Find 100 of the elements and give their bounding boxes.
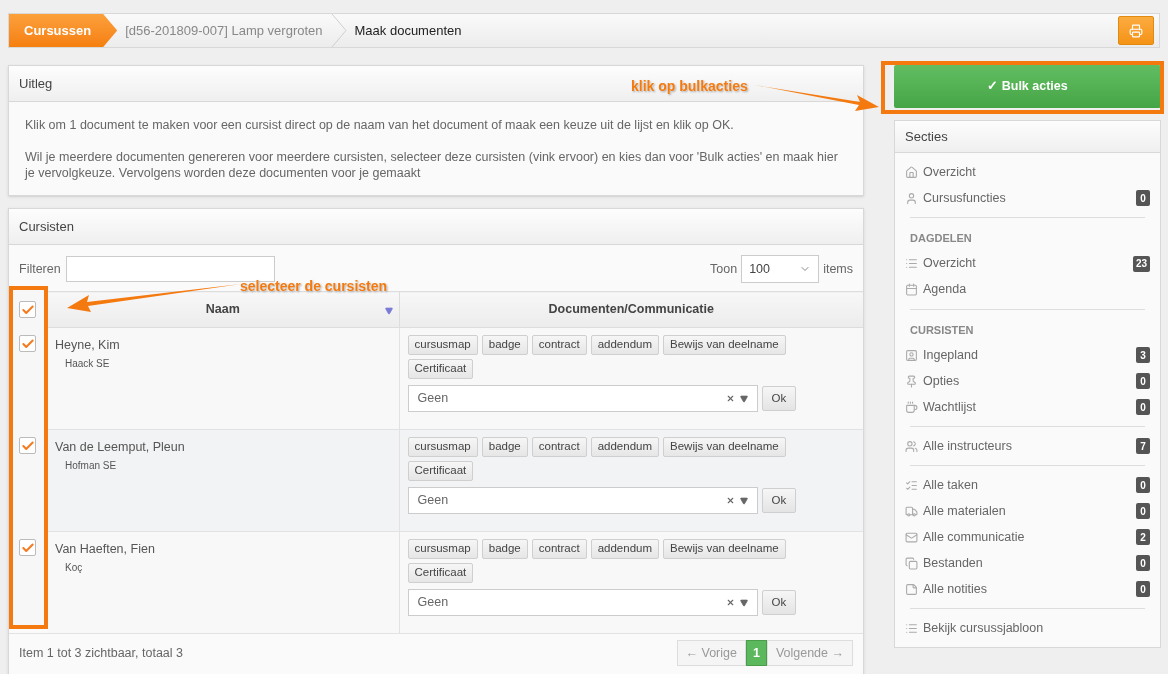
person-icon xyxy=(905,191,918,205)
count-badge: 3 xyxy=(1136,347,1150,363)
document-button[interactable]: addendum xyxy=(590,335,659,355)
sidebar-item[interactable]: Bestanden 0 xyxy=(905,550,1150,576)
count-badge: 0 xyxy=(1136,581,1150,597)
document-button[interactable]: addendum xyxy=(590,437,659,457)
list-icon xyxy=(905,257,918,270)
caret-icon xyxy=(739,496,748,505)
sidebar-item[interactable]: Opties 0 xyxy=(905,368,1150,394)
count-badge: 0 xyxy=(1136,555,1150,571)
footer-summary: Item 1 tot 3 zichtbaar, totaal 3 xyxy=(19,644,183,662)
annotation-label: klik op bulkacties xyxy=(631,77,748,96)
student-name: Van Haeften, Fien xyxy=(55,541,156,558)
section-heading: DAGDELEN xyxy=(910,231,973,246)
document-button[interactable]: Bewijs van deelname xyxy=(663,437,786,457)
document-button[interactable]: Certificaat xyxy=(407,359,474,379)
clear-icon xyxy=(725,496,735,505)
section-heading: CURSISTEN xyxy=(910,322,975,338)
people-icon xyxy=(905,439,918,453)
document-button[interactable]: Certificaat xyxy=(407,563,474,583)
explanation-paragraph: Wil je meerdere documenten genereren voor meerdere cursisten, selecteer deze cursisten (vink ervoor) en kies dan voor 'Bulk acties' en maak hier je vervolgkeuze. Vervolgens worden deze documenten voor je gemaakt xyxy=(25,149,839,181)
document-button[interactable]: Bewijs van deelname xyxy=(663,539,786,559)
cup-icon xyxy=(905,400,918,414)
sidebar-item[interactable]: Cursusfuncties 0 xyxy=(905,185,1150,211)
company-name: Haack SE xyxy=(64,356,111,371)
column-header[interactable]: Naam xyxy=(47,291,399,328)
checkbox[interactable] xyxy=(19,539,36,556)
printer-icon xyxy=(1129,23,1143,38)
document-button[interactable]: cursusmap xyxy=(407,335,478,355)
filter-field[interactable] xyxy=(65,256,275,282)
sidebar-item[interactable]: Alle communicatie 2 xyxy=(905,524,1150,550)
document-button[interactable]: contract xyxy=(531,335,587,355)
explanation-paragraph: Klik om 1 document te maken voor een cursist direct op de naam van het document of maak een keuze uit de lijst en klik op OK. xyxy=(25,117,735,133)
mail-icon xyxy=(905,530,918,544)
clear-icon xyxy=(725,394,735,403)
sidebar-item[interactable]: Agenda xyxy=(905,276,1150,303)
sidebar-item[interactable]: Ingepland 3 xyxy=(905,342,1150,368)
check-icon xyxy=(20,302,35,317)
document-button[interactable]: cursusmap xyxy=(407,437,478,457)
student-name: Van de Leemput, Pleun xyxy=(55,439,186,456)
checklist-icon xyxy=(905,478,918,492)
document-button[interactable]: badge xyxy=(481,437,528,457)
document-button[interactable]: contract xyxy=(531,437,587,457)
document-button[interactable]: Certificaat xyxy=(407,461,474,481)
truck-icon xyxy=(905,504,918,518)
document-button[interactable]: badge xyxy=(481,539,528,559)
sidebar-item[interactable]: Alle instructeurs 7 xyxy=(905,433,1150,459)
panel-title: Cursisten xyxy=(19,217,74,236)
sort-icon xyxy=(384,307,393,315)
count-badge: 0 xyxy=(1136,503,1150,519)
checkbox[interactable] xyxy=(19,437,36,454)
document-button[interactable]: cursusmap xyxy=(407,539,478,559)
count-badge: 0 xyxy=(1136,190,1150,206)
checkbox[interactable] xyxy=(19,301,36,318)
contact-card-icon xyxy=(905,348,918,362)
breadcrumb-item[interactable]: Maak documenten xyxy=(346,14,470,47)
print-button[interactable] xyxy=(1118,16,1154,45)
column-header: Documenten/Communicatie xyxy=(399,291,863,328)
document-select[interactable]: Geen xyxy=(407,589,758,616)
pin-icon xyxy=(905,374,918,388)
caret-icon xyxy=(739,394,748,403)
clear-icon xyxy=(725,598,735,607)
page-size-select[interactable]: 100 xyxy=(741,255,820,283)
panel-title: Secties xyxy=(905,127,948,146)
check-icon xyxy=(20,540,35,555)
list-icon xyxy=(905,621,918,635)
ok-button[interactable]: Ok xyxy=(761,488,797,513)
document-button[interactable]: addendum xyxy=(590,539,659,559)
count-badge: 2 xyxy=(1136,529,1150,545)
calendar-icon xyxy=(905,283,918,296)
document-select[interactable]: Geen xyxy=(407,385,758,412)
checkbox[interactable] xyxy=(19,335,36,352)
sidebar-item[interactable]: Overzicht 23 xyxy=(905,250,1150,277)
sidebar-item[interactable]: Alle notities 0 xyxy=(905,576,1150,602)
home-icon xyxy=(905,165,918,179)
sidebar-item[interactable]: Overzicht xyxy=(905,159,1150,185)
document-button[interactable]: badge xyxy=(481,335,528,355)
caret-icon xyxy=(739,598,748,607)
copy-icon xyxy=(905,556,918,570)
document-button[interactable]: contract xyxy=(531,539,587,559)
document-button[interactable]: Bewijs van deelname xyxy=(663,335,786,355)
sidebar-item[interactable]: Bekijk cursussjabloon xyxy=(905,615,1150,641)
filter-label: Filteren xyxy=(19,260,61,278)
count-badge: 23 xyxy=(1132,255,1150,272)
count-badge: 0 xyxy=(1136,399,1150,415)
panel-title: Uitleg xyxy=(19,74,53,93)
count-badge: 0 xyxy=(1136,373,1150,389)
sidebar-item[interactable]: Alle materialen 0 xyxy=(905,498,1150,524)
show-label: Toon xyxy=(710,260,738,278)
check-icon xyxy=(20,336,35,351)
ok-button[interactable]: Ok xyxy=(761,590,797,615)
student-name: Heyne, Kim xyxy=(55,337,121,354)
count-badge: 0 xyxy=(1136,477,1150,493)
sidebar-item[interactable]: Wachtlijst 0 xyxy=(905,394,1150,420)
company-name: Hofman SE xyxy=(64,458,118,473)
count-badge: 7 xyxy=(1136,438,1150,454)
company-name: Koç xyxy=(64,560,84,575)
ok-button[interactable]: Ok xyxy=(761,386,797,411)
sidebar-item[interactable]: Alle taken 0 xyxy=(905,472,1150,498)
document-select[interactable]: Geen xyxy=(407,487,758,514)
